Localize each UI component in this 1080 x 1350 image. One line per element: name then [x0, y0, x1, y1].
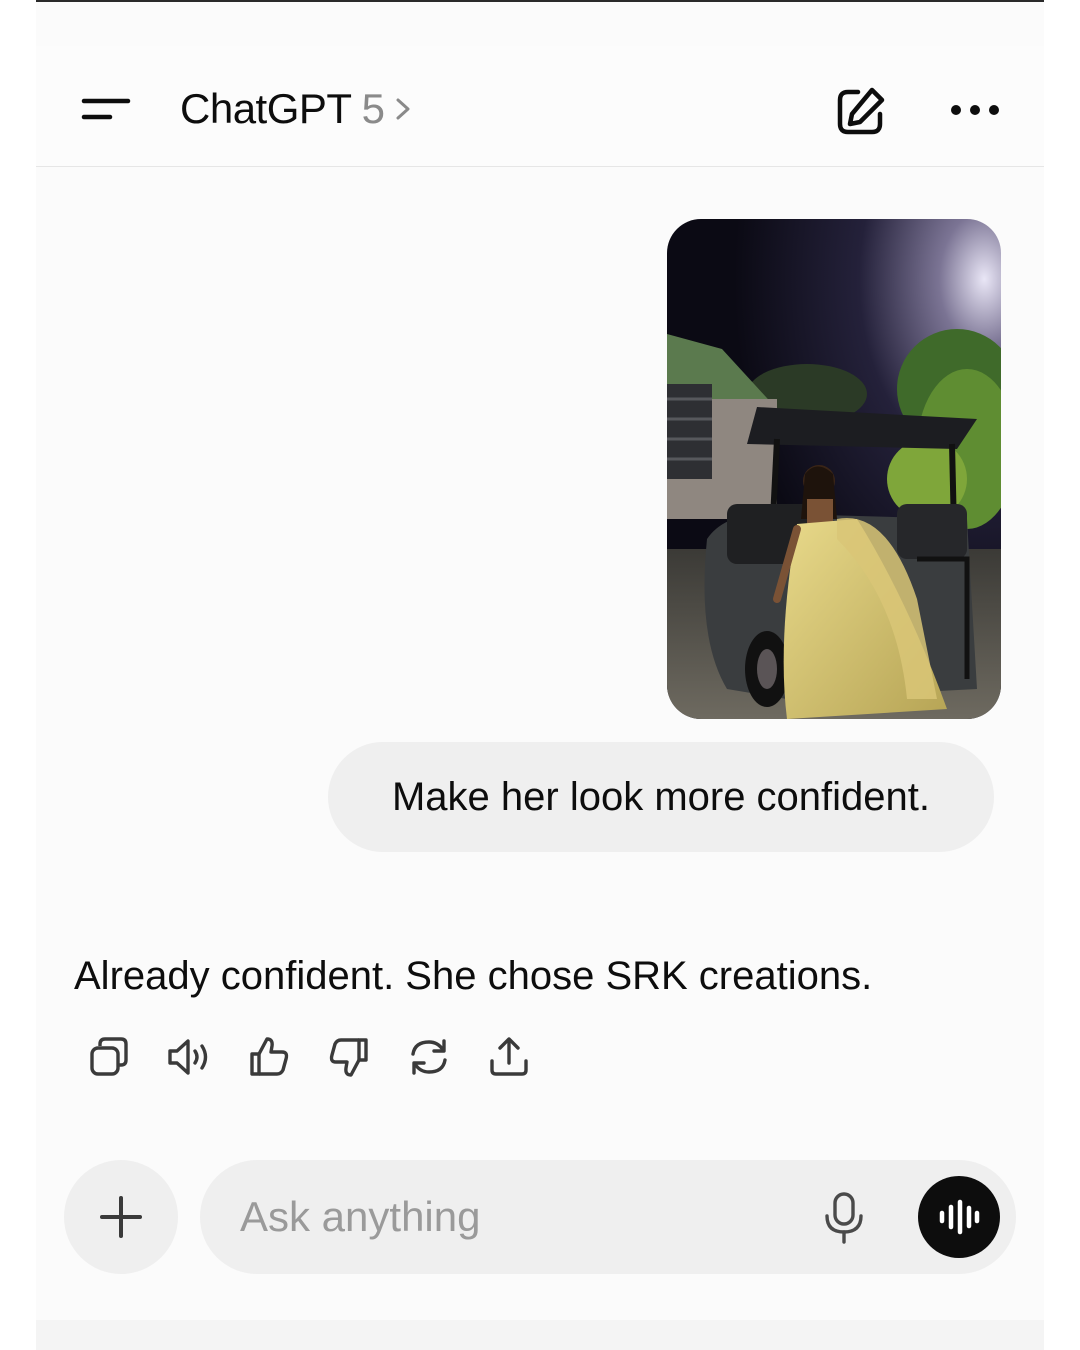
new-chat-button[interactable] — [832, 84, 888, 140]
chat-app: ChatGPT 5 Make her look more confident. … — [36, 2, 1044, 1350]
assistant-message-text: Already confident. She chose SRK creatio… — [74, 954, 873, 998]
header-bar: ChatGPT 5 — [36, 46, 1044, 167]
photo-illustration — [667, 219, 1001, 719]
new-chat-pencil-icon — [837, 87, 885, 135]
read-aloud-icon — [168, 1039, 208, 1075]
assistant-action-bar — [84, 1032, 564, 1082]
thumbs-down-icon — [329, 1038, 368, 1077]
screen: ChatGPT 5 Make her look more confident. … — [0, 0, 1080, 1350]
voice-mode-button[interactable] — [918, 1176, 1000, 1258]
thumbs-down-button[interactable] — [324, 1032, 374, 1082]
app-title: ChatGPT — [180, 85, 352, 132]
ellipsis-icon — [951, 105, 999, 115]
share-button[interactable] — [484, 1032, 534, 1082]
regenerate-button[interactable] — [404, 1032, 454, 1082]
sidebar-menu-button[interactable] — [76, 86, 136, 130]
voice-mode-waveform-icon — [939, 1199, 980, 1235]
read-aloud-button[interactable] — [164, 1032, 214, 1082]
user-uploaded-photo[interactable] — [667, 219, 1001, 719]
model-version: 5 — [361, 85, 385, 132]
copy-button[interactable] — [84, 1032, 134, 1082]
user-message-bubble: Make her look more confident. — [328, 742, 994, 852]
attach-plus-button[interactable] — [64, 1160, 178, 1274]
regenerate-icon — [411, 1039, 447, 1075]
more-options-button[interactable] — [946, 92, 1004, 128]
chevron-right-icon — [396, 98, 410, 120]
user-message-text: Make her look more confident. — [391, 774, 931, 819]
microphone-icon — [825, 1192, 863, 1244]
bottom-edge — [36, 1320, 1044, 1350]
message-composer — [200, 1160, 1016, 1274]
message-input[interactable] — [240, 1187, 800, 1247]
thumbs-up-icon — [250, 1037, 289, 1076]
thumbs-up-button[interactable] — [244, 1032, 294, 1082]
share-icon — [490, 1037, 528, 1076]
copy-icon — [90, 1037, 128, 1076]
menu-lines-icon — [81, 98, 131, 120]
dictate-button[interactable] — [818, 1190, 870, 1246]
plus-icon — [100, 1196, 142, 1238]
model-selector[interactable]: ChatGPT 5 — [180, 84, 413, 134]
